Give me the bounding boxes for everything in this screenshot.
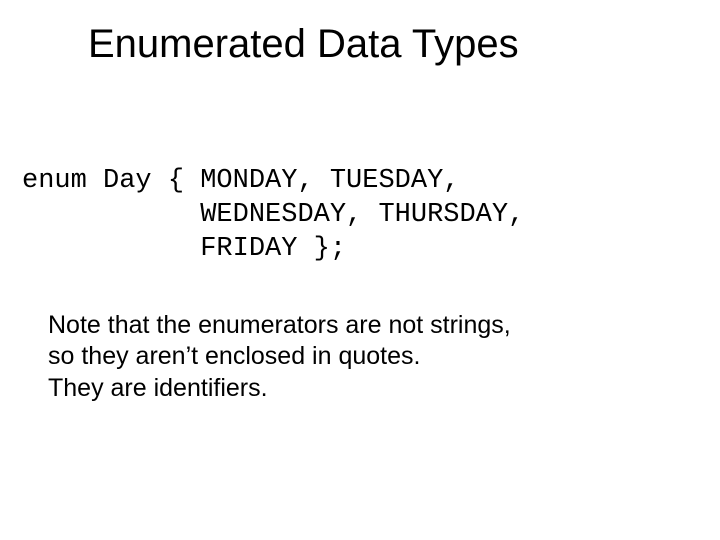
code-block: enum Day { MONDAY, TUESDAY, WEDNESDAY, T… <box>22 165 524 266</box>
note-line-2: so they aren’t enclosed in quotes. <box>48 341 511 372</box>
note-line-3: They are identifiers. <box>48 373 511 404</box>
note-block: Note that the enumerators are not string… <box>48 310 511 404</box>
code-line-1: enum Day { MONDAY, TUESDAY, <box>22 166 459 196</box>
note-line-1: Note that the enumerators are not string… <box>48 310 511 341</box>
slide-title: Enumerated Data Types <box>88 22 519 67</box>
code-line-2: WEDNESDAY, THURSDAY, <box>22 200 524 230</box>
slide: Enumerated Data Types enum Day { MONDAY,… <box>0 0 720 540</box>
code-line-3: FRIDAY }; <box>22 234 346 264</box>
